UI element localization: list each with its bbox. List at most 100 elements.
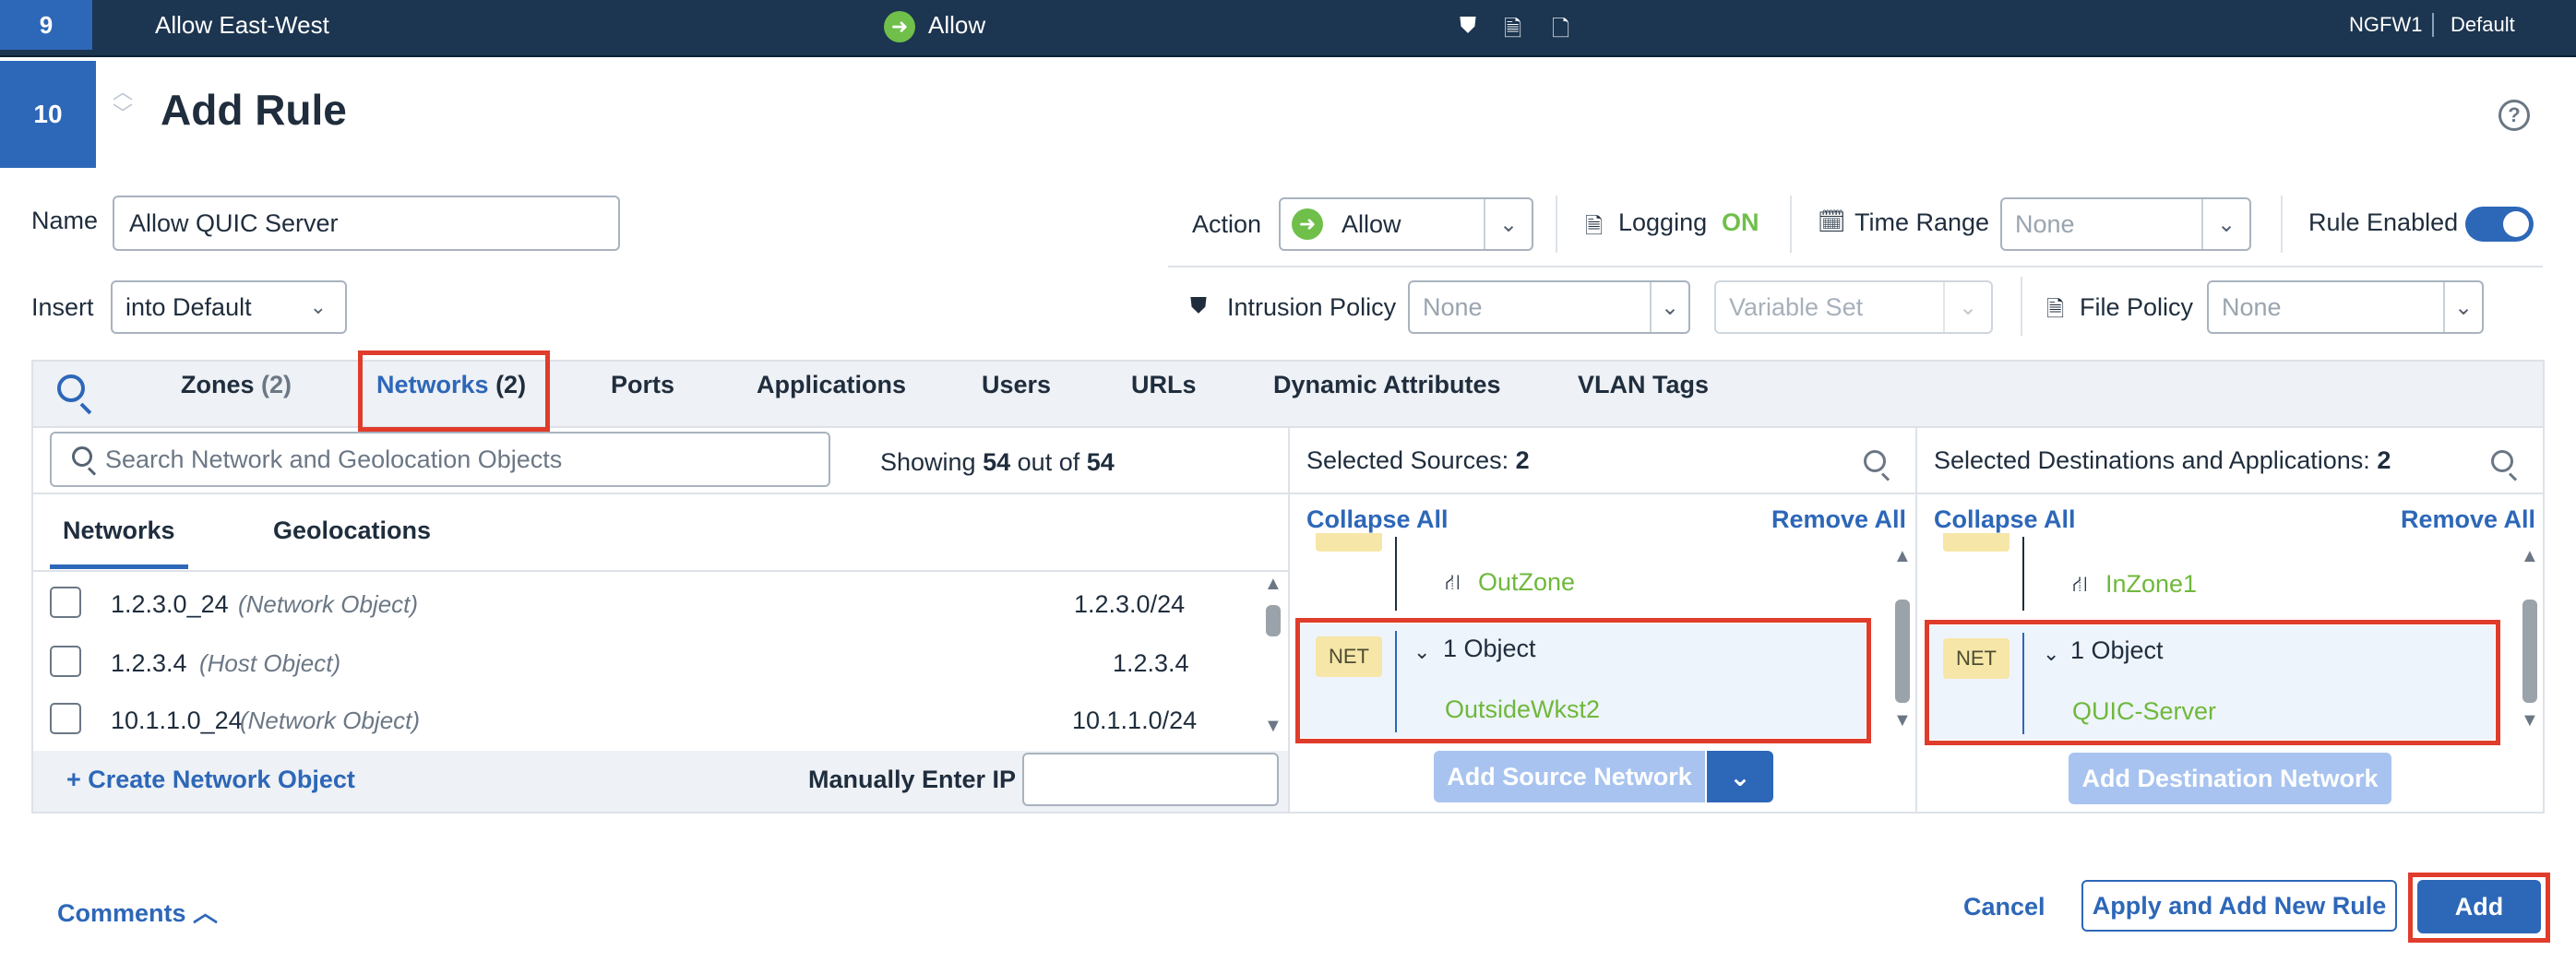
logging-icon: 🗎: [1585, 214, 1604, 239]
apply-and-add-new-rule-button[interactable]: Apply and Add New Rule: [2081, 880, 2397, 932]
search-icon[interactable]: [1864, 450, 1891, 481]
rule-device: NGFW1: [2349, 13, 2423, 36]
allow-arrow-icon: ➜: [884, 11, 915, 42]
divider: [1288, 428, 1290, 812]
divider: [33, 570, 1290, 572]
zone-tree-icon: ⛙: [2072, 572, 2088, 597]
logging-status[interactable]: ON: [1722, 208, 1759, 237]
subtab-geolocations[interactable]: Geolocations: [273, 517, 431, 545]
chevron-down-icon: ⌄: [2443, 282, 2482, 332]
divider: [1168, 266, 2543, 267]
tab-urls[interactable]: URLs: [1131, 371, 1197, 399]
scroll-down-icon[interactable]: ▼: [1264, 716, 1282, 737]
table-row[interactable]: 1.2.3.0_24 (Network Object) 1.2.3.0/24: [33, 577, 1270, 635]
time-range-select[interactable]: None ⌄: [2000, 197, 2251, 251]
object-name: 10.1.1.0_24: [111, 707, 243, 734]
scroll-up-icon[interactable]: ▲: [2521, 546, 2539, 567]
row-checkbox[interactable]: [50, 587, 81, 618]
tab-users[interactable]: Users: [982, 371, 1051, 399]
object-value: 10.1.1.0/24: [1072, 707, 1198, 734]
tab-zones[interactable]: Zones (2): [181, 371, 292, 399]
intrusion-policy-select[interactable]: None ⌄: [1408, 280, 1690, 334]
insert-select[interactable]: into Default ⌄: [111, 280, 347, 334]
time-range-label: Time Range: [1854, 208, 1990, 236]
object-value: 1.2.3.4: [1113, 649, 1189, 677]
create-network-object-link[interactable]: + Create Network Object: [66, 766, 355, 794]
file-policy-icon: 🗎: [1504, 17, 1522, 42]
scroll-down-icon[interactable]: ▼: [1893, 710, 1912, 731]
tab-networks[interactable]: Networks (2): [376, 371, 526, 399]
tab-vlan-tags[interactable]: VLAN Tags: [1578, 371, 1709, 399]
scroll-down-icon[interactable]: ▼: [2521, 710, 2539, 731]
subtab-networks[interactable]: Networks: [63, 517, 175, 545]
name-label: Name: [31, 207, 99, 234]
divider: [33, 493, 1290, 494]
previous-rule-row[interactable]: 9 Allow East-West ➜ Allow ⛊ 🗎 🗋 NGFW1 De…: [0, 0, 2576, 57]
time-range-value: None: [2015, 209, 2075, 238]
shield-icon: ⛊: [1190, 293, 1207, 318]
tree-line: [2022, 537, 2024, 611]
file-policy-select[interactable]: None ⌄: [2207, 280, 2484, 334]
divider: [1915, 428, 1917, 812]
divider: [1290, 493, 1915, 494]
reorder-icon[interactable]: ︿ ﹀: [113, 81, 133, 125]
search-icon[interactable]: [2491, 450, 2519, 481]
scrollbar-thumb[interactable]: [2522, 600, 2537, 703]
help-icon[interactable]: ?: [2498, 100, 2530, 131]
file-policy-icon: 🗎: [2046, 297, 2065, 322]
rule-action: Allow: [928, 11, 986, 39]
divider: [1556, 196, 1557, 253]
insert-value: into Default: [125, 292, 252, 321]
scrollbar-thumb[interactable]: [1895, 600, 1910, 703]
tab-ports[interactable]: Ports: [611, 371, 674, 399]
scroll-up-icon[interactable]: ▲: [1893, 546, 1912, 567]
network-search-input[interactable]: Search Network and Geolocation Objects: [50, 432, 830, 487]
insert-label: Insert: [31, 293, 94, 321]
table-row[interactable]: 1.2.3.4 (Host Object) 1.2.3.4: [33, 636, 1270, 694]
variable-set-select[interactable]: Variable Set ⌄: [1714, 280, 1993, 334]
rule-number-10: 10: [0, 61, 96, 168]
name-field[interactable]: Allow QUIC Server: [113, 196, 620, 251]
chevron-down-icon: ⌄: [1943, 282, 1991, 332]
divider: [1917, 493, 2543, 494]
add-button[interactable]: Add: [2417, 880, 2541, 933]
remove-all-sources[interactable]: Remove All: [1771, 505, 1906, 534]
remove-all-destinations[interactable]: Remove All: [2401, 505, 2535, 534]
scrollbar-thumb[interactable]: [1266, 605, 1281, 636]
rule-name: Allow East-West: [155, 11, 329, 39]
search-icon[interactable]: [57, 374, 94, 415]
scroll-up-icon[interactable]: ▲: [1264, 574, 1282, 595]
rule-policy: Default: [2451, 13, 2515, 36]
zone-badge: [1943, 533, 2010, 552]
source-zone: OutZone: [1478, 568, 1576, 596]
search-icon: [72, 446, 98, 476]
chevron-down-icon[interactable]: ⌄: [1707, 751, 1773, 802]
log-icon: 🗋: [1552, 17, 1570, 42]
object-name: 1.2.3.4: [111, 649, 187, 677]
shield-icon: ⛊: [1460, 13, 1476, 38]
table-row[interactable]: 10.1.1.0_24 (Network Object) 10.1.1.0/24: [33, 694, 1270, 751]
add-source-network-button[interactable]: Add Source Network: [1434, 751, 1705, 802]
action-select[interactable]: ➜ Allow ⌄: [1279, 197, 1533, 251]
file-policy-value: None: [2222, 292, 2282, 321]
collapse-all-destinations[interactable]: Collapse All: [1934, 505, 2076, 534]
comments-toggle[interactable]: Comments ︿: [57, 893, 218, 929]
manual-ip-input[interactable]: [1022, 753, 1279, 806]
clock-file-icon: 🗓: [1818, 209, 1846, 234]
showing-count: Showing 54 out of 54: [880, 448, 1115, 476]
toggle-knob: [2503, 211, 2529, 237]
tab-applications[interactable]: Applications: [757, 371, 906, 399]
selected-sources-header: Selected Sources: 2: [1306, 446, 1530, 474]
row-checkbox[interactable]: [50, 703, 81, 734]
action-value: Allow: [1342, 209, 1401, 238]
logging-label[interactable]: Logging: [1618, 208, 1707, 237]
cancel-button[interactable]: Cancel: [1963, 893, 2045, 921]
row-checkbox[interactable]: [50, 646, 81, 677]
divider: [1790, 196, 1792, 253]
collapse-all-sources[interactable]: Collapse All: [1306, 505, 1449, 534]
tab-dynamic-attributes[interactable]: Dynamic Attributes: [1273, 371, 1501, 399]
manual-ip-label: Manually Enter IP: [808, 766, 1017, 793]
page-title: Add Rule: [161, 86, 347, 134]
rule-enabled-toggle[interactable]: [2465, 207, 2534, 242]
add-destination-network-button[interactable]: Add Destination Network: [2069, 753, 2391, 804]
